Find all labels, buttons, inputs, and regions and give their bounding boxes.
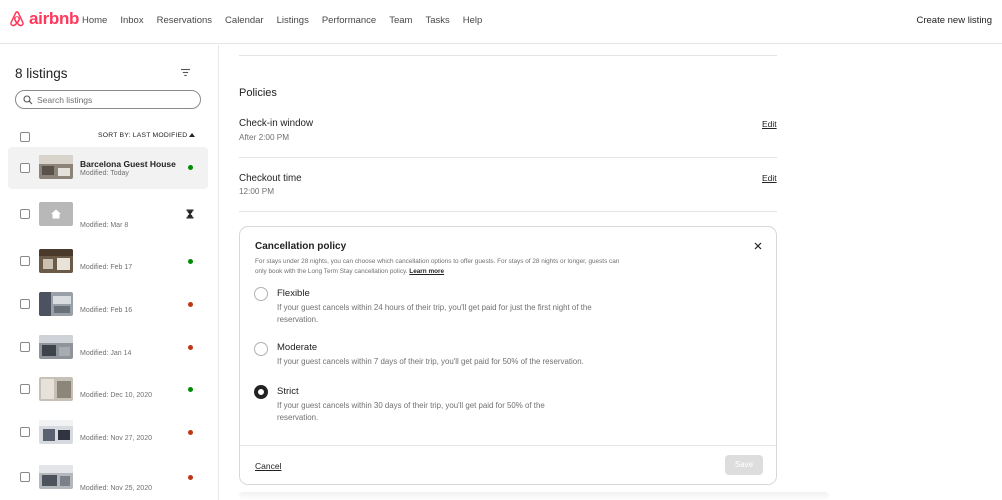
status-unlisted-dot <box>188 302 193 307</box>
status-unlisted-dot <box>188 475 193 480</box>
main-nav: Home Inbox Reservations Calendar Listing… <box>82 15 495 26</box>
divider <box>239 157 777 158</box>
close-icon[interactable] <box>754 242 762 250</box>
option-flexible-desc: If your guest cancels within 24 hours of… <box>277 303 592 324</box>
nav-calendar[interactable]: Calendar <box>225 15 264 26</box>
status-active-dot <box>188 259 193 264</box>
brand-name: airbnb <box>29 9 80 28</box>
listing-checkbox[interactable] <box>20 427 30 437</box>
nav-inbox[interactable]: Inbox <box>120 15 143 26</box>
top-nav: airbnb Home Inbox Reservations Calendar … <box>0 0 1002 44</box>
search-listings-input[interactable]: Search listings <box>15 90 201 109</box>
listing-count: 8 listings <box>15 66 68 81</box>
listing-checkbox[interactable] <box>20 299 30 309</box>
option-strict-desc: If your guest cancels within 30 days of … <box>277 401 545 422</box>
airbnb-logo-icon <box>10 11 24 27</box>
modal-footer-divider <box>240 445 776 446</box>
sort-by-label[interactable]: SORT BY: LAST MODIFIED <box>98 132 187 139</box>
nav-help[interactable]: Help <box>463 15 483 26</box>
airbnb-logo[interactable]: airbnb <box>8 9 79 29</box>
listing-title: Barcelona Guest House <box>80 159 176 169</box>
listing-thumbnail <box>39 420 73 444</box>
option-strict-title[interactable]: Strict <box>277 386 299 397</box>
listing-modified: Modified: Feb 16 <box>80 307 133 314</box>
edit-checkout-link[interactable]: Edit <box>762 173 777 183</box>
filter-icon[interactable] <box>180 68 191 77</box>
status-active-dot <box>188 387 193 392</box>
option-moderate-desc: If your guest cancels within 7 days of t… <box>277 357 584 366</box>
select-all-checkbox[interactable] <box>20 132 30 142</box>
listing-thumbnail <box>39 377 73 401</box>
listing-modified: Modified: Today <box>80 170 129 177</box>
nav-tasks[interactable]: Tasks <box>425 15 449 26</box>
listing-modified: Modified: Jan 14 <box>80 350 132 357</box>
listing-thumbnail <box>39 465 73 489</box>
listing-row[interactable]: Modified: Jan 14 <box>8 328 208 370</box>
listing-thumbnail <box>39 155 73 179</box>
listing-thumbnail <box>39 335 73 359</box>
save-button[interactable]: Save <box>725 455 763 475</box>
nav-team[interactable]: Team <box>389 15 412 26</box>
listing-modified: Modified: Nov 25, 2020 <box>80 485 152 492</box>
nav-home[interactable]: Home <box>82 15 107 26</box>
checkin-window-value: After 2:00 PM <box>239 133 290 142</box>
next-section-edge <box>239 492 829 500</box>
option-flexible-title[interactable]: Flexible <box>277 288 310 299</box>
cancel-button[interactable]: Cancel <box>255 461 281 471</box>
listing-row[interactable]: Modified: Mar 8 <box>8 195 208 237</box>
listing-modified: Modified: Feb 17 <box>80 264 133 271</box>
home-icon <box>51 209 61 219</box>
listing-thumbnail <box>39 249 73 273</box>
listing-modified: Modified: Nov 27, 2020 <box>80 435 152 442</box>
checkout-time-value: 12:00 PM <box>239 187 275 196</box>
search-placeholder: Search listings <box>37 95 93 105</box>
search-icon <box>23 95 33 105</box>
edit-checkin-link[interactable]: Edit <box>762 119 777 129</box>
listing-row[interactable]: Modified: Dec 10, 2020 <box>8 370 208 412</box>
learn-more-link[interactable]: Learn more <box>409 268 444 275</box>
option-moderate-title[interactable]: Moderate <box>277 342 317 353</box>
listing-row[interactable]: Modified: Feb 17 <box>8 242 208 284</box>
modal-title: Cancellation policy <box>255 241 347 252</box>
listing-thumbnail-placeholder <box>39 202 73 226</box>
listing-checkbox[interactable] <box>20 384 30 394</box>
radio-strict[interactable] <box>254 385 268 399</box>
listing-row[interactable]: Modified: Nov 27, 2020 <box>8 413 208 455</box>
listing-checkbox[interactable] <box>20 342 30 352</box>
status-active-dot <box>188 165 193 170</box>
listing-modified: Modified: Dec 10, 2020 <box>80 392 152 399</box>
status-unlisted-dot <box>188 345 193 350</box>
policies-heading: Policies <box>239 87 277 99</box>
listing-checkbox[interactable] <box>20 163 30 173</box>
create-new-listing-link[interactable]: Create new listing <box>916 15 992 26</box>
listing-checkbox[interactable] <box>20 472 30 482</box>
cancellation-policy-modal: Cancellation policy For stays under 28 n… <box>239 226 777 485</box>
listing-checkbox[interactable] <box>20 256 30 266</box>
divider <box>239 211 777 212</box>
hourglass-icon <box>186 209 194 219</box>
sort-arrow-icon[interactable] <box>189 133 195 137</box>
listing-modified: Modified: Mar 8 <box>80 222 129 229</box>
listing-row[interactable]: Modified: Nov 25, 2020 <box>8 458 208 500</box>
listing-row[interactable]: Modified: Feb 16 <box>8 285 208 327</box>
radio-moderate[interactable] <box>254 342 268 356</box>
status-unlisted-dot <box>188 430 193 435</box>
section-divider <box>239 55 777 56</box>
checkin-window-label: Check-in window <box>239 118 314 129</box>
radio-flexible[interactable] <box>254 287 268 301</box>
listing-checkbox[interactable] <box>20 209 30 219</box>
listing-thumbnail <box>39 292 73 316</box>
nav-performance[interactable]: Performance <box>322 15 376 26</box>
listing-row[interactable]: Barcelona Guest House Modified: Today <box>8 147 208 189</box>
listings-sidebar: 8 listings Search listings SORT BY: LAST… <box>0 45 219 500</box>
modal-description: For stays under 28 nights, you can choos… <box>255 257 625 276</box>
nav-listings[interactable]: Listings <box>277 15 309 26</box>
nav-reservations[interactable]: Reservations <box>157 15 212 26</box>
checkout-time-label: Checkout time <box>239 173 302 184</box>
